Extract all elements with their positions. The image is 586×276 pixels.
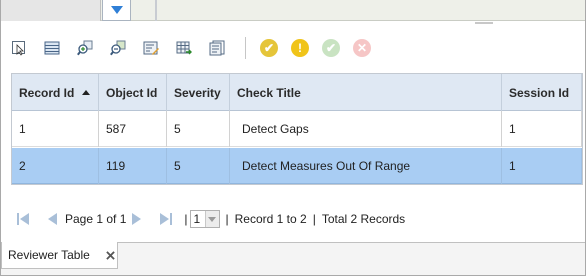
column-header-label: Severity: [174, 85, 221, 100]
page-label: Page 1 of 1: [65, 212, 127, 226]
collapse-toggle-button[interactable]: [102, 0, 131, 21]
cell-session-id: 1: [502, 111, 582, 147]
column-header-record-id[interactable]: Record Id: [12, 74, 99, 111]
cell-check-title: Detect Measures Out Of Range: [230, 148, 502, 184]
tab-label: Reviewer Table: [8, 248, 90, 262]
zoom-to-icon: [77, 40, 93, 56]
next-page-button[interactable]: [128, 211, 144, 227]
column-header-object-id[interactable]: Object Id: [99, 74, 167, 111]
column-header-check-title[interactable]: Check Title: [230, 74, 502, 111]
previous-page-icon: [48, 213, 57, 225]
warning-button[interactable]: !: [291, 39, 309, 57]
paging-toolbar: Page 1 of 1 | 1 | Record 1 to 2 | Total …: [15, 207, 575, 231]
select-button[interactable]: [8, 37, 30, 59]
total-records-label: Total 2 Records: [321, 212, 406, 226]
resolve-icon: ✔: [325, 41, 337, 55]
table-row-selected[interactable]: 2 119 5 Detect Measures Out Of Range 1: [12, 148, 582, 184]
record-range-label: Record 1 to 2: [234, 212, 307, 226]
export-table-button[interactable]: [173, 37, 195, 59]
sort-ascending-icon: [82, 90, 91, 95]
cell-session-id: 1: [502, 148, 582, 184]
toolbar: ✔ ! ✔ ✕: [8, 34, 408, 62]
chevron-down-icon: [204, 211, 219, 227]
tab-reviewer-table[interactable]: Reviewer Table: [1, 242, 118, 269]
select-icon: [12, 41, 25, 56]
reviewer-grid: Record Id Object Id Severity Check Title…: [11, 73, 583, 185]
column-header-label: Check Title: [237, 85, 301, 100]
top-divider: [155, 0, 157, 21]
export-table-icon: [176, 41, 192, 55]
zoom-to-selected-button[interactable]: [107, 37, 129, 59]
column-header-label: Session Id: [509, 85, 570, 100]
cell-object-id: 587: [99, 111, 167, 147]
chevron-down-icon: [110, 6, 123, 14]
resolve-button[interactable]: ✔: [322, 39, 340, 57]
last-page-icon: [160, 213, 173, 225]
previous-page-button[interactable]: [45, 211, 61, 227]
cell-severity: 5: [167, 148, 230, 184]
column-header-label: Object Id: [106, 85, 158, 100]
reject-button[interactable]: ✕: [353, 39, 371, 57]
zoom-to-button[interactable]: [74, 37, 96, 59]
last-page-button[interactable]: [158, 211, 174, 227]
first-page-button[interactable]: [15, 211, 31, 227]
properties-icon: [209, 40, 225, 56]
grid-header: Record Id Object Id Severity Check Title…: [12, 74, 582, 111]
warning-icon: !: [298, 41, 302, 55]
table-view-icon: [44, 41, 60, 55]
check-title-text: Detect Measures Out Of Range: [242, 159, 411, 173]
toolbar-separator: [245, 37, 246, 59]
cell-object-id: 119: [99, 148, 167, 184]
properties-button[interactable]: [206, 37, 228, 59]
first-page-icon: [17, 213, 29, 225]
zoom-to-selected-icon: [110, 40, 126, 56]
pager-separator: |: [184, 212, 188, 226]
top-left-panel: [1, 0, 101, 21]
pager-separator: |: [312, 212, 316, 226]
bottom-tab-bar: Reviewer Table: [1, 242, 585, 275]
close-icon[interactable]: [104, 249, 116, 261]
splitter-handle[interactable]: [475, 22, 493, 24]
column-header-session-id[interactable]: Session Id: [502, 74, 582, 111]
page-number-select[interactable]: 1: [189, 210, 220, 228]
pager-separator: |: [225, 212, 229, 226]
cell-severity: 5: [167, 111, 230, 147]
check-title-text: Detect Gaps: [242, 122, 309, 136]
table-row[interactable]: 1 587 5 Detect Gaps 1: [12, 111, 582, 147]
column-header-severity[interactable]: Severity: [167, 74, 230, 111]
page-number-value: 1: [193, 212, 201, 226]
reject-icon: ✕: [356, 41, 368, 55]
top-strip: [1, 0, 585, 21]
edit-record-button[interactable]: [140, 37, 162, 59]
next-page-icon: [132, 213, 142, 225]
accept-icon: ✔: [263, 41, 275, 55]
cell-record-id: 1: [12, 111, 99, 147]
table-view-button[interactable]: [41, 37, 63, 59]
cell-record-id: 2: [12, 148, 99, 184]
cell-check-title: Detect Gaps: [230, 111, 502, 147]
edit-record-icon: [143, 41, 159, 55]
accept-button[interactable]: ✔: [260, 39, 278, 57]
column-header-label: Record Id: [19, 85, 75, 100]
